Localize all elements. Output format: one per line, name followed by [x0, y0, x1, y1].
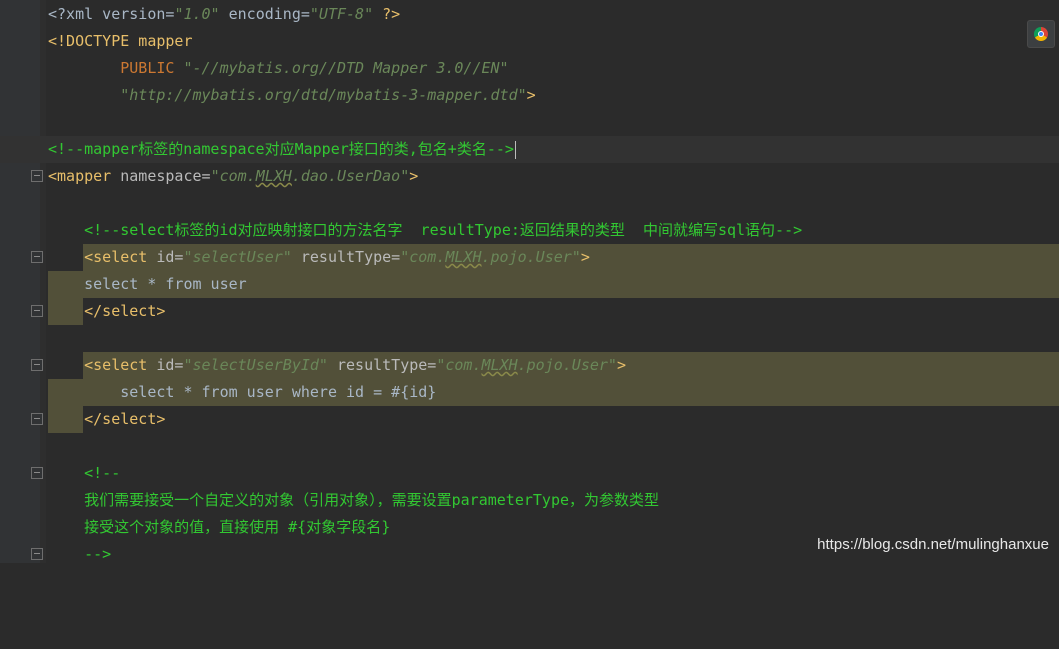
result-type-value: "com. — [436, 356, 482, 374]
xml-decl-end: ?> — [373, 5, 401, 23]
result-type-typo: MLXH — [481, 356, 518, 374]
doctype-public: PUBLIC — [48, 59, 184, 77]
id-value: "selectUserById" — [183, 356, 328, 374]
fold-marker[interactable] — [31, 413, 43, 425]
doctype-decl: <!DOCTYPE mapper — [48, 32, 193, 50]
text-caret — [514, 140, 516, 159]
namespace-attr: namespace= — [111, 167, 211, 185]
code-line: PUBLIC "-//mybatis.org//DTD Mapper 3.0//… — [0, 55, 1059, 82]
select-open-tag: <select — [84, 356, 148, 374]
id-value: "selectUser" — [183, 248, 292, 266]
mapper-open-tag: <mapper — [48, 167, 112, 185]
namespace-value-rest: .dao.UserDao" — [291, 167, 410, 185]
fold-marker[interactable] — [31, 170, 43, 182]
fold-marker[interactable] — [31, 251, 43, 263]
select-open-end: > — [616, 356, 626, 374]
watermark: https://blog.csdn.net/mulinghanxue — [817, 536, 1049, 553]
code-line: </select> — [0, 406, 1059, 433]
select-open-tag: <select — [84, 248, 148, 266]
result-type-typo: MLXH — [445, 248, 482, 266]
select-close-tag: </select> — [84, 302, 166, 320]
chrome-icon — [1034, 27, 1048, 41]
select-close-tag: </select> — [84, 410, 166, 428]
result-type-rest: .pojo.User" — [517, 356, 617, 374]
xml-encoding-value: "UTF-8" — [309, 5, 374, 23]
code-line: <!-- — [0, 460, 1059, 487]
xml-encoding-attr: encoding= — [219, 5, 310, 23]
doctype-end: > — [526, 86, 536, 104]
xml-comment-end: --> — [48, 545, 112, 563]
result-type-value: "com. — [400, 248, 446, 266]
code-line: </select> — [0, 298, 1059, 325]
code-line-current: <!--mapper标签的namespace对应Mapper接口的类,包名+类名… — [0, 136, 1059, 163]
xml-comment-start: <!-- — [48, 464, 121, 482]
open-in-browser-button[interactable] — [1027, 20, 1055, 48]
doctype-system-id: "http://mybatis.org/dtd/mybatis-3-mapper… — [120, 86, 527, 104]
code-line: <!--select标签的id对应映射接口的方法名字 resultType:返回… — [0, 217, 1059, 244]
code-line: <!DOCTYPE mapper — [0, 28, 1059, 55]
code-line: select * from user — [0, 271, 1059, 298]
namespace-value: "com. — [210, 167, 256, 185]
sql-statement: select * from user where id = #{id} — [48, 383, 437, 401]
code-line: "http://mybatis.org/dtd/mybatis-3-mapper… — [0, 82, 1059, 109]
fold-marker[interactable] — [31, 548, 43, 560]
select-open-end: > — [580, 248, 590, 266]
namespace-value-typo: MLXH — [255, 167, 292, 185]
code-line: <select id="selectUserById" resultType="… — [0, 352, 1059, 379]
id-attr: id= — [147, 356, 184, 374]
fold-marker[interactable] — [31, 359, 43, 371]
code-line: 我们需要接受一个自定义的对象（引用对象），需要设置parameterType，为… — [0, 487, 1059, 514]
mapper-open-end: > — [409, 167, 419, 185]
code-line: <mapper namespace="com.MLXH.dao.UserDao"… — [0, 163, 1059, 190]
result-type-attr: resultType= — [291, 248, 401, 266]
id-attr: id= — [147, 248, 184, 266]
xml-comment: <!--select标签的id对应映射接口的方法名字 resultType:返回… — [48, 221, 803, 239]
result-type-attr: resultType= — [327, 356, 437, 374]
xml-decl-start: <?xml version= — [48, 5, 175, 23]
code-line: <?xml version="1.0" encoding="UTF-8" ?> — [0, 1, 1059, 28]
xml-comment-body: 接受这个对象的值，直接使用 #{对象字段名} — [48, 518, 391, 536]
code-line: <select id="selectUser" resultType="com.… — [0, 244, 1059, 271]
result-type-rest: .pojo.User" — [481, 248, 581, 266]
xml-version-value: "1.0" — [174, 5, 220, 23]
fold-marker[interactable] — [31, 305, 43, 317]
xml-comment-body: 我们需要接受一个自定义的对象（引用对象），需要设置parameterType，为… — [48, 491, 660, 509]
doctype-public-id: "-//mybatis.org//DTD Mapper 3.0//EN" — [183, 59, 509, 77]
fold-marker[interactable] — [31, 467, 43, 479]
code-line: select * from user where id = #{id} — [0, 379, 1059, 406]
sql-statement: select * from user — [48, 275, 247, 293]
code-editor[interactable]: <?xml version="1.0" encoding="UTF-8" ?> … — [0, 0, 1059, 563]
xml-comment: <!--mapper标签的namespace对应Mapper接口的类,包名+类名… — [48, 140, 514, 158]
